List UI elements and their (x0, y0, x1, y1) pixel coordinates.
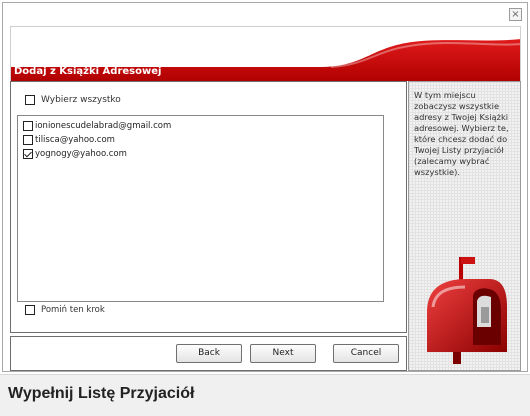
contact-email: tilisca@yahoo.com (35, 135, 115, 145)
footer-bar: Wypełnij Listę Przyjaciół (0, 374, 530, 416)
contact-checkbox[interactable] (23, 121, 33, 131)
select-all-label: Wybierz wszystko (41, 95, 121, 105)
select-all-checkbox[interactable] (25, 95, 35, 105)
contact-email: ionionescudelabrad@gmail.com (35, 121, 172, 131)
close-icon[interactable]: × (511, 9, 519, 20)
contact-checkbox[interactable] (23, 135, 33, 145)
cancel-button[interactable]: Cancel (333, 344, 399, 363)
next-button[interactable]: Next (250, 344, 316, 363)
close-button[interactable]: × (509, 8, 522, 21)
list-item[interactable]: ionionescudelabrad@gmail.com (18, 119, 383, 133)
list-item[interactable]: tilisca@yahoo.com (18, 133, 383, 147)
dialog-header: Dodaj z Książki Adresowej (10, 26, 521, 81)
help-panel: W tym miejscu zobaczysz wszystkie adresy… (408, 81, 521, 371)
skip-step-checkbox[interactable] (25, 305, 35, 315)
skip-step-label: Pomiń ten krok (41, 305, 105, 315)
mailbox-icon (427, 257, 507, 364)
dialog-window: × Dodaj z Książki Adresowej Wybierz wszy… (2, 2, 528, 372)
back-button[interactable]: Back (176, 344, 242, 363)
main-panel: Wybierz wszystko ionionescudelabrad@gmai… (10, 81, 407, 333)
select-all-row[interactable]: Wybierz wszystko (25, 95, 121, 105)
page-title: Wypełnij Listę Przyjaciół (8, 385, 195, 402)
contact-email: yognogy@yahoo.com (35, 149, 127, 159)
contacts-list[interactable]: ionionescudelabrad@gmail.com tilisca@yah… (17, 115, 384, 302)
contact-checkbox[interactable] (23, 149, 33, 159)
help-text: W tym miejscu zobaczysz wszystkie adresy… (414, 90, 509, 177)
skip-step-row[interactable]: Pomiń ten krok (25, 305, 105, 315)
list-item[interactable]: yognogy@yahoo.com (18, 147, 383, 161)
button-bar: Back Next Cancel (10, 336, 407, 371)
dialog-title: Dodaj z Książki Adresowej (14, 66, 162, 77)
